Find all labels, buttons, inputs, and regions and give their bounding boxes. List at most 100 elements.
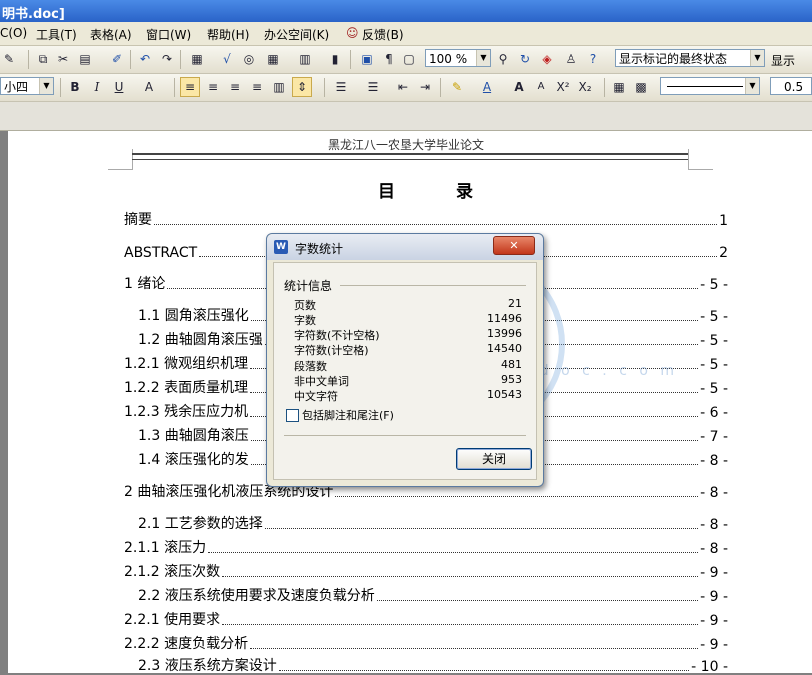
- line-spacing-icon[interactable]: ⇕: [292, 77, 312, 97]
- stat-row: 中文字符 10543: [294, 388, 522, 403]
- justify-icon[interactable]: ≡: [248, 78, 266, 96]
- include-footnotes-checkbox[interactable]: [286, 409, 299, 422]
- dialog-title: 字数统计: [295, 242, 344, 256]
- close-icon[interactable]: ✕: [493, 236, 535, 255]
- stats-group-label: 统计信息: [284, 279, 333, 293]
- formula-icon[interactable]: √: [218, 50, 236, 68]
- shirt-icon[interactable]: ♙: [562, 50, 580, 68]
- shading-icon[interactable]: ▩: [632, 78, 650, 96]
- undo-icon[interactable]: ↶: [136, 50, 154, 68]
- app-icon: W: [274, 240, 288, 254]
- dialog-body: 统计信息 页数 21 字数 11496 字符数(不计空格) 13996 字符数(计空格…: [273, 262, 537, 480]
- highlight-icon[interactable]: ✎: [448, 78, 466, 96]
- font-color-icon[interactable]: A: [478, 78, 496, 96]
- toolbar-separator: [324, 78, 325, 97]
- page-header-rule: [132, 153, 688, 160]
- menu-bar: C(O) 工具(T) 表格(A) 窗口(W) 帮助(H) 办公空间(K) ☺ 反…: [0, 22, 812, 46]
- columns-icon[interactable]: ▥: [296, 50, 314, 68]
- font-size-value: 小四: [4, 80, 29, 94]
- toolbar-separator: [350, 50, 351, 69]
- dialog-titlebar[interactable]: W 字数统计 ✕: [267, 234, 543, 260]
- menu-tools[interactable]: 工具(T): [36, 26, 77, 43]
- bold-button[interactable]: B: [66, 78, 84, 96]
- toc-entry[interactable]: 2.1.1 滚压力 - 8 -: [124, 537, 728, 557]
- page-header-text: 黑龙江八一农垦大学毕业论文: [328, 138, 485, 152]
- stat-row: 字符数(不计空格) 13996: [294, 327, 522, 342]
- line-style-combo[interactable]: ▼: [660, 77, 760, 95]
- window-title: 明书.doc]: [2, 7, 65, 22]
- line-style-preview: [667, 86, 743, 87]
- distributed-icon[interactable]: ▥: [270, 78, 288, 96]
- table-grid-icon[interactable]: ▦: [264, 50, 282, 68]
- align-left-icon[interactable]: ≡: [180, 77, 200, 97]
- toc-entry[interactable]: 2.2.1 使用要求 - 9 -: [124, 609, 728, 629]
- redo-icon[interactable]: ↷: [158, 50, 176, 68]
- document-map-icon[interactable]: ▣: [358, 50, 376, 68]
- chevron-down-icon: ▼: [745, 78, 759, 94]
- help-icon[interactable]: ?: [584, 50, 602, 68]
- markup-mode-combo[interactable]: 显示标记的最终状态 ▼: [615, 49, 765, 67]
- bullet-list-icon[interactable]: ☰: [364, 78, 382, 96]
- chart-icon[interactable]: ▮: [326, 50, 344, 68]
- grow-font-icon[interactable]: A: [510, 78, 528, 96]
- toolbar-separator: [180, 50, 181, 69]
- toc-entry[interactable]: 2.1.2 滚压次数 - 9 -: [124, 561, 728, 581]
- menu-table[interactable]: 表格(A): [90, 26, 132, 43]
- ruler-area: [0, 102, 812, 131]
- zoom-page-icon[interactable]: ▢: [400, 50, 418, 68]
- paste-icon[interactable]: ▤: [76, 50, 94, 68]
- line-width-value: 0.5: [784, 80, 804, 94]
- binoculars-icon[interactable]: ⚲: [494, 50, 512, 68]
- toc-entry[interactable]: 2.2.2 速度负载分析 - 9 -: [124, 633, 728, 653]
- menu-window[interactable]: 窗口(W): [146, 26, 191, 43]
- font-size-combo[interactable]: 小四 ▼: [0, 77, 54, 95]
- font-effect-icon[interactable]: A: [140, 78, 158, 96]
- zoom-combo[interactable]: 100 % ▼: [425, 49, 491, 67]
- page-corner-mark: [108, 149, 133, 170]
- stat-row: 非中文单词 953: [294, 373, 522, 388]
- toc-entry[interactable]: 2.3 液压系统方案设计 - 10 -: [138, 655, 728, 675]
- zoom-value: 100 %: [429, 52, 468, 66]
- include-footnotes-label[interactable]: 包括脚注和尾注(F): [302, 407, 394, 423]
- brush-icon[interactable]: ✐: [108, 50, 126, 68]
- close-button[interactable]: 关闭: [456, 448, 532, 470]
- hyperlink-icon[interactable]: ◎: [240, 50, 258, 68]
- toolbar-separator: [130, 50, 131, 69]
- italic-button[interactable]: I: [88, 78, 106, 96]
- border-icon[interactable]: ▦: [610, 78, 628, 96]
- standard-toolbar: ✎ ⧉ ✂ ▤ ✐ ↶ ↷ ▦ √ ◎ ▦ ▥ ▮ ▣ ¶ ▢ 100 % ▼ …: [0, 46, 812, 74]
- format-painter-icon[interactable]: ✎: [0, 50, 18, 68]
- menu-office-space[interactable]: 办公空间(K): [264, 26, 329, 43]
- toc-title: 目 录: [378, 182, 495, 202]
- insert-table-icon[interactable]: ▦: [188, 50, 206, 68]
- menu-help[interactable]: 帮助(H): [207, 26, 249, 43]
- page-corner-mark: [688, 149, 713, 170]
- cut-icon[interactable]: ✂: [54, 50, 72, 68]
- formatting-toolbar: 小四 ▼ B I U A ≡ ≡ ≡ ≡ ▥ ⇕ ☰ ☰ ⇤ ⇥ ✎ A A A…: [0, 74, 812, 102]
- align-right-icon[interactable]: ≡: [226, 78, 244, 96]
- toc-entry[interactable]: 摘要 1: [124, 209, 728, 229]
- numbered-list-icon[interactable]: ☰: [332, 78, 350, 96]
- superscript-icon[interactable]: X²: [554, 78, 572, 96]
- subscript-icon[interactable]: X₂: [576, 78, 594, 96]
- toolbar-separator: [440, 78, 441, 97]
- toc-entry[interactable]: 2.2 液压系统使用要求及速度负载分析 - 9 -: [138, 585, 728, 605]
- underline-button[interactable]: U: [110, 78, 128, 96]
- show-marks-icon[interactable]: ¶: [380, 50, 398, 68]
- toolbar-separator: [60, 78, 61, 97]
- refresh-icon[interactable]: ↻: [516, 50, 534, 68]
- markup-mode-value: 显示标记的最终状态: [619, 52, 728, 66]
- align-center-icon[interactable]: ≡: [204, 78, 222, 96]
- shrink-font-icon[interactable]: A: [532, 78, 550, 96]
- copy-icon[interactable]: ⧉: [34, 50, 52, 68]
- toolbar-separator: [604, 78, 605, 97]
- menu-format[interactable]: C(O): [0, 26, 27, 40]
- box-icon[interactable]: ◈: [538, 50, 556, 68]
- show-menu[interactable]: 显示: [771, 52, 795, 69]
- decrease-indent-icon[interactable]: ⇤: [394, 78, 412, 96]
- increase-indent-icon[interactable]: ⇥: [416, 78, 434, 96]
- menu-feedback[interactable]: 反馈(B): [362, 26, 404, 43]
- toolbar-separator: [174, 78, 175, 97]
- toc-entry[interactable]: 2.1 工艺参数的选择 - 8 -: [138, 513, 728, 533]
- line-width-combo[interactable]: 0.5: [770, 77, 812, 95]
